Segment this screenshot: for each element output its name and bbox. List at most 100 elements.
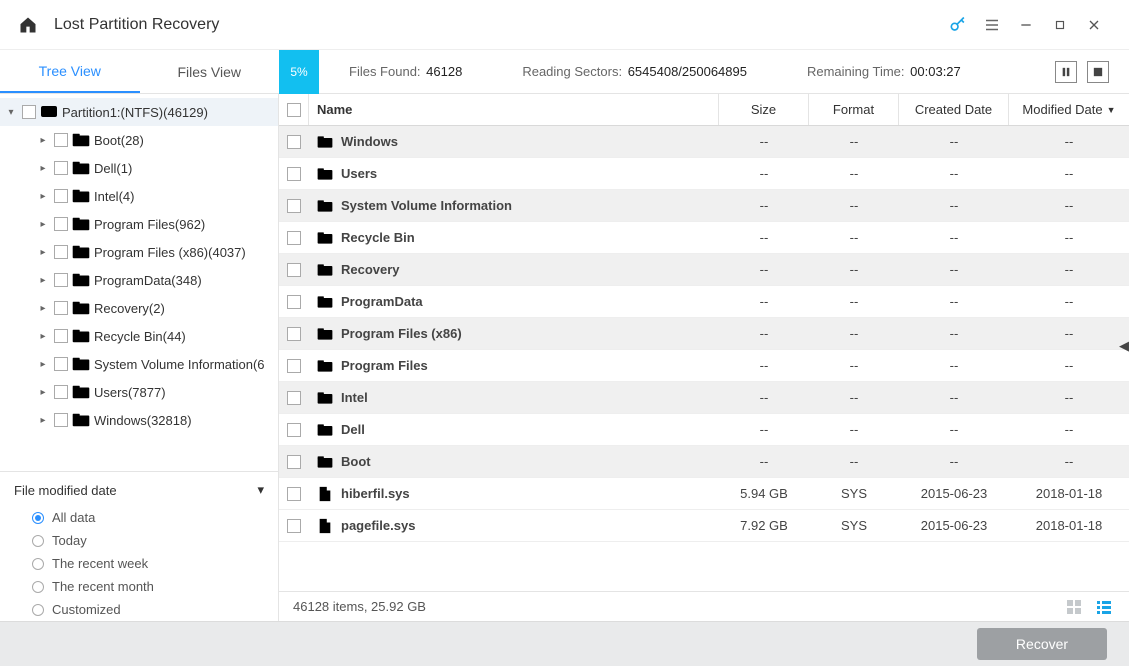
filter-header[interactable]: File modified date ▾ xyxy=(14,482,264,498)
tree-item-checkbox[interactable] xyxy=(54,273,68,287)
row-checkbox[interactable] xyxy=(287,455,301,469)
list-view-button[interactable] xyxy=(1093,598,1115,616)
filter-option[interactable]: The recent month xyxy=(14,575,264,598)
tree-item-checkbox[interactable] xyxy=(54,161,68,175)
chevron-right-icon[interactable]: ▸ xyxy=(36,135,50,146)
chevron-right-icon[interactable]: ▸ xyxy=(36,275,50,286)
tree-item[interactable]: ▸Dell(1) xyxy=(0,154,278,182)
table-row[interactable]: Program Files (x86)-------- xyxy=(279,318,1129,350)
tree-item[interactable]: ▸Recycle Bin(44) xyxy=(0,322,278,350)
column-created[interactable]: Created Date xyxy=(899,94,1009,125)
row-name: Recovery xyxy=(341,262,400,277)
chevron-right-icon[interactable]: ▸ xyxy=(36,219,50,230)
tree-item-checkbox[interactable] xyxy=(54,357,68,371)
filter-option[interactable]: Customized xyxy=(14,598,264,621)
chevron-right-icon[interactable]: ▸ xyxy=(36,331,50,342)
chevron-right-icon[interactable]: ▸ xyxy=(36,303,50,314)
tab-tree-view[interactable]: Tree View xyxy=(0,50,140,93)
row-checkbox[interactable] xyxy=(287,231,301,245)
maximize-button[interactable] xyxy=(1043,10,1077,40)
row-checkbox[interactable] xyxy=(287,167,301,181)
row-format: -- xyxy=(809,190,899,221)
row-modified: -- xyxy=(1009,382,1129,413)
table-row[interactable]: Windows-------- xyxy=(279,126,1129,158)
tree-item[interactable]: ▸Program Files (x86)(4037) xyxy=(0,238,278,266)
pause-button[interactable] xyxy=(1055,61,1077,83)
tree-item-checkbox[interactable] xyxy=(54,217,68,231)
row-checkbox[interactable] xyxy=(287,199,301,213)
tree-item[interactable]: ▸Windows(32818) xyxy=(0,406,278,434)
row-checkbox[interactable] xyxy=(287,487,301,501)
select-all-checkbox[interactable] xyxy=(287,103,301,117)
table-row[interactable]: Users-------- xyxy=(279,158,1129,190)
folder-icon xyxy=(317,231,335,245)
tree-item-checkbox[interactable] xyxy=(54,133,68,147)
tree-item-checkbox[interactable] xyxy=(54,329,68,343)
side-panel-handle[interactable]: ◀ xyxy=(1119,338,1129,354)
table-row[interactable]: Boot-------- xyxy=(279,446,1129,478)
column-format[interactable]: Format xyxy=(809,94,899,125)
tabs-row: Tree View Files View 5% Files Found: 461… xyxy=(0,50,1129,94)
tree-item[interactable]: ▸Users(7877) xyxy=(0,378,278,406)
tree-root[interactable]: ▾ Partition1:(NTFS)(46129) xyxy=(0,98,278,126)
chevron-right-icon[interactable]: ▸ xyxy=(36,247,50,258)
table-row[interactable]: Recycle Bin-------- xyxy=(279,222,1129,254)
chevron-down-icon[interactable]: ▾ xyxy=(4,107,18,118)
table-row[interactable]: hiberfil.sys5.94 GBSYS2015-06-232018-01-… xyxy=(279,478,1129,510)
table-row[interactable]: Dell-------- xyxy=(279,414,1129,446)
tree-item-checkbox[interactable] xyxy=(54,301,68,315)
tree-item-checkbox[interactable] xyxy=(54,385,68,399)
row-checkbox[interactable] xyxy=(287,327,301,341)
tree-root-checkbox[interactable] xyxy=(22,105,36,119)
table-row[interactable]: System Volume Information-------- xyxy=(279,190,1129,222)
folder-tree: ▾ Partition1:(NTFS)(46129) ▸Boot(28)▸Del… xyxy=(0,94,278,471)
chevron-right-icon[interactable]: ▸ xyxy=(36,191,50,202)
tree-item-checkbox[interactable] xyxy=(54,245,68,259)
row-checkbox[interactable] xyxy=(287,295,301,309)
row-checkbox[interactable] xyxy=(287,135,301,149)
stop-button[interactable] xyxy=(1087,61,1109,83)
progress-percent: 5% xyxy=(279,50,319,94)
row-checkbox[interactable] xyxy=(287,519,301,533)
tree-item[interactable]: ▸Intel(4) xyxy=(0,182,278,210)
chevron-right-icon[interactable]: ▸ xyxy=(36,387,50,398)
table-row[interactable]: Program Files-------- xyxy=(279,350,1129,382)
tree-item-checkbox[interactable] xyxy=(54,413,68,427)
close-button[interactable] xyxy=(1077,10,1111,40)
filter-option[interactable]: Today xyxy=(14,529,264,552)
table-row[interactable]: Recovery-------- xyxy=(279,254,1129,286)
minimize-button[interactable] xyxy=(1009,10,1043,40)
tree-item[interactable]: ▸Program Files(962) xyxy=(0,210,278,238)
tree-item[interactable]: ▸ProgramData(348) xyxy=(0,266,278,294)
filter-option[interactable]: The recent week xyxy=(14,552,264,575)
folder-icon xyxy=(317,327,335,341)
tree-item[interactable]: ▸Boot(28) xyxy=(0,126,278,154)
tab-files-view[interactable]: Files View xyxy=(140,50,280,93)
row-checkbox[interactable] xyxy=(287,263,301,277)
folder-icon xyxy=(72,413,90,427)
table-row[interactable]: pagefile.sys7.92 GBSYS2015-06-232018-01-… xyxy=(279,510,1129,542)
tree-item-checkbox[interactable] xyxy=(54,189,68,203)
tree-item[interactable]: ▸Recovery(2) xyxy=(0,294,278,322)
chevron-right-icon[interactable]: ▸ xyxy=(36,359,50,370)
column-name[interactable]: Name xyxy=(309,94,719,125)
row-checkbox[interactable] xyxy=(287,359,301,373)
column-size[interactable]: Size xyxy=(719,94,809,125)
row-format: -- xyxy=(809,446,899,477)
row-modified: -- xyxy=(1009,318,1129,349)
chevron-right-icon[interactable]: ▸ xyxy=(36,163,50,174)
grid-view-button[interactable] xyxy=(1063,598,1085,616)
column-modified[interactable]: Modified Date▼ xyxy=(1009,94,1129,125)
recover-button[interactable]: Recover xyxy=(977,628,1107,660)
table-row[interactable]: ProgramData-------- xyxy=(279,286,1129,318)
folder-icon xyxy=(317,455,335,469)
row-checkbox[interactable] xyxy=(287,423,301,437)
row-checkbox[interactable] xyxy=(287,391,301,405)
key-icon[interactable] xyxy=(941,10,975,40)
table-row[interactable]: Intel-------- xyxy=(279,382,1129,414)
tree-item[interactable]: ▸System Volume Information(6 xyxy=(0,350,278,378)
chevron-right-icon[interactable]: ▸ xyxy=(36,415,50,426)
filter-option[interactable]: All data xyxy=(14,506,264,529)
home-icon[interactable] xyxy=(18,15,38,35)
menu-icon[interactable] xyxy=(975,10,1009,40)
